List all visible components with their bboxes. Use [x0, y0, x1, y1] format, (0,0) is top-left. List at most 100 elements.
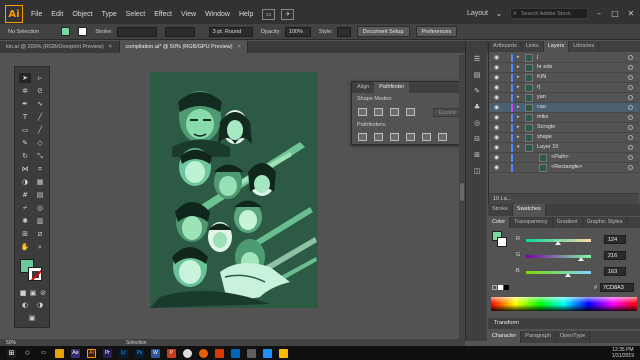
layer-name[interactable]: rj	[537, 84, 540, 90]
lightroom-icon[interactable]: Lr	[119, 348, 128, 358]
outline-icon[interactable]	[422, 133, 431, 141]
layer-row[interactable]: ◉ ▸ yan	[489, 93, 639, 103]
pathfinder-icon[interactable]: ◫	[472, 167, 482, 176]
expand-layer-icon[interactable]: ▸	[517, 74, 520, 80]
tab-gradient[interactable]: Gradient	[553, 217, 583, 228]
free-transform-icon[interactable]: ⌗	[34, 164, 46, 174]
properties-icon[interactable]: ☰	[472, 55, 482, 64]
zoom-tool-icon[interactable]: ⌕	[34, 242, 46, 252]
type-tool-icon[interactable]: T	[19, 112, 31, 122]
tab-transparency[interactable]: Transparency	[510, 217, 553, 228]
tab-paragraph[interactable]: Paragraph	[521, 331, 556, 343]
tab-character[interactable]: Character	[488, 331, 522, 343]
target-circle-icon[interactable]	[628, 145, 633, 150]
system-clock[interactable]: 12:35 PM 1/31/2019	[612, 347, 634, 359]
powerpoint-icon[interactable]: P	[167, 348, 176, 358]
fill-color-swatch[interactable]	[61, 27, 71, 36]
tab-color[interactable]: Color	[488, 217, 511, 228]
brush-definition[interactable]: 3 pt. Round	[208, 26, 253, 37]
draw-behind-icon[interactable]: ◑	[34, 300, 46, 310]
green-slider[interactable]: G 216	[516, 251, 636, 261]
doc-tab-kin[interactable]: kin.ai @ 200% (RGB/Overprint Preview) ✕	[0, 41, 120, 53]
visibility-eye-icon[interactable]: ◉	[494, 54, 499, 61]
expand-layer-icon[interactable]: ▸	[517, 114, 520, 120]
menu-type[interactable]: Type	[102, 11, 117, 18]
direct-selection-tool-icon[interactable]: ▹	[34, 73, 46, 83]
appearance-icon[interactable]: ◎	[472, 119, 482, 128]
symbol-sprayer-icon[interactable]: ✺	[19, 216, 31, 226]
target-circle-icon[interactable]	[628, 95, 633, 100]
layer-row[interactable]: ◉ ▸ Scrsgle	[489, 123, 639, 133]
hand-tool-icon[interactable]: ✋	[19, 242, 31, 252]
workspace-switcher[interactable]: Layout	[467, 10, 488, 17]
expand-layer-icon[interactable]: ▸	[517, 134, 520, 140]
graphic-style-picker[interactable]	[336, 26, 351, 37]
tab-align[interactable]: Align	[352, 82, 374, 93]
target-circle-icon[interactable]	[628, 85, 633, 90]
unite-icon[interactable]	[358, 108, 367, 116]
artboard-tool-icon[interactable]: ⊞	[19, 229, 31, 239]
mesh-tool-icon[interactable]: #	[19, 190, 31, 200]
color-spectrum[interactable]	[491, 297, 637, 311]
symbols-icon[interactable]: ♣	[472, 103, 482, 112]
layer-name[interactable]: Layer 10	[537, 144, 558, 150]
app-icon[interactable]	[279, 348, 288, 358]
tab-graphic-styles[interactable]: Graphic Styles	[583, 217, 628, 228]
illustrator-icon[interactable]: Ai	[87, 348, 96, 358]
scale-icon[interactable]: ⤡	[34, 151, 46, 161]
visibility-eye-icon[interactable]: ◉	[494, 134, 499, 141]
red-slider[interactable]: R 124	[516, 235, 636, 245]
maximize-icon[interactable]: □	[610, 9, 620, 18]
draw-mode-icon[interactable]: ◐	[19, 300, 31, 310]
magic-wand-icon[interactable]: ✲	[19, 86, 31, 96]
layer-row[interactable]: ◉ <Path>	[489, 153, 639, 163]
gpu-performance-icon[interactable]: ✈	[281, 8, 295, 20]
visibility-eye-icon[interactable]: ◉	[494, 64, 499, 71]
chevron-down-icon[interactable]: ⌄	[494, 9, 504, 18]
layer-row[interactable]: ◉ ▸ miks	[489, 113, 639, 123]
layer-row[interactable]: ◉ ▸ KIN	[489, 73, 639, 83]
blend-tool-icon[interactable]: ◎	[34, 203, 46, 213]
tab-layers[interactable]: Layers	[543, 41, 570, 52]
lasso-icon[interactable]: ᘓ	[34, 86, 46, 96]
layer-name[interactable]: j	[537, 54, 538, 60]
tab-swatches[interactable]: Swatches	[512, 204, 546, 216]
app-icon[interactable]	[263, 348, 272, 358]
visibility-eye-icon[interactable]: ◉	[494, 84, 499, 91]
line-tool-icon[interactable]: ╱	[34, 112, 46, 122]
layer-name[interactable]: cao	[537, 104, 546, 110]
eyedropper-icon[interactable]: ⌿	[19, 203, 31, 213]
tab-artboards[interactable]: Artboards	[489, 41, 522, 52]
variable-width-profile[interactable]	[164, 26, 195, 37]
layer-name[interactable]: yan	[537, 94, 546, 100]
align-icon[interactable]: ⊟	[472, 135, 482, 144]
screen-mode-icon[interactable]: ▣	[26, 313, 38, 323]
expand-layer-icon[interactable]: ▸	[517, 124, 520, 130]
none-mode-icon[interactable]: ⊘	[37, 288, 49, 298]
layer-name[interactable]: hr eds	[537, 64, 552, 70]
blue-value[interactable]: 163	[604, 267, 626, 276]
target-circle-icon[interactable]	[628, 155, 633, 160]
rotate-icon[interactable]: ↻	[19, 151, 31, 161]
target-circle-icon[interactable]	[628, 65, 633, 70]
visibility-eye-icon[interactable]: ◉	[494, 144, 499, 151]
width-tool-icon[interactable]: ⋈	[19, 164, 31, 174]
layer-name[interactable]: KIN	[537, 74, 546, 80]
windows-start-icon[interactable]: ⊞	[7, 348, 16, 358]
layer-row[interactable]: ◉ ▸ rj	[489, 83, 639, 93]
expand-layer-icon[interactable]: ▸	[517, 64, 520, 70]
minus-front-icon[interactable]	[374, 108, 383, 116]
target-circle-icon[interactable]	[628, 165, 633, 170]
slice-tool-icon[interactable]: ⧄	[34, 229, 46, 239]
rectangle-tool-icon[interactable]: ▭	[19, 125, 31, 135]
red-value[interactable]: 124	[604, 235, 626, 244]
zoom-level[interactable]: 50%	[6, 340, 16, 346]
brushes-icon[interactable]: ✎	[472, 87, 482, 96]
doc-tab-compilation[interactable]: compilation.ai* @ 50% (RGB/GPU Preview) ✕	[119, 41, 249, 53]
visibility-eye-icon[interactable]: ◉	[494, 124, 499, 131]
eraser-icon[interactable]: ◇	[34, 138, 46, 148]
tab-links[interactable]: Links	[522, 41, 544, 52]
stroke-weight-field[interactable]	[116, 26, 157, 37]
minimize-icon[interactable]: –	[594, 9, 604, 18]
blue-track[interactable]	[526, 271, 591, 274]
